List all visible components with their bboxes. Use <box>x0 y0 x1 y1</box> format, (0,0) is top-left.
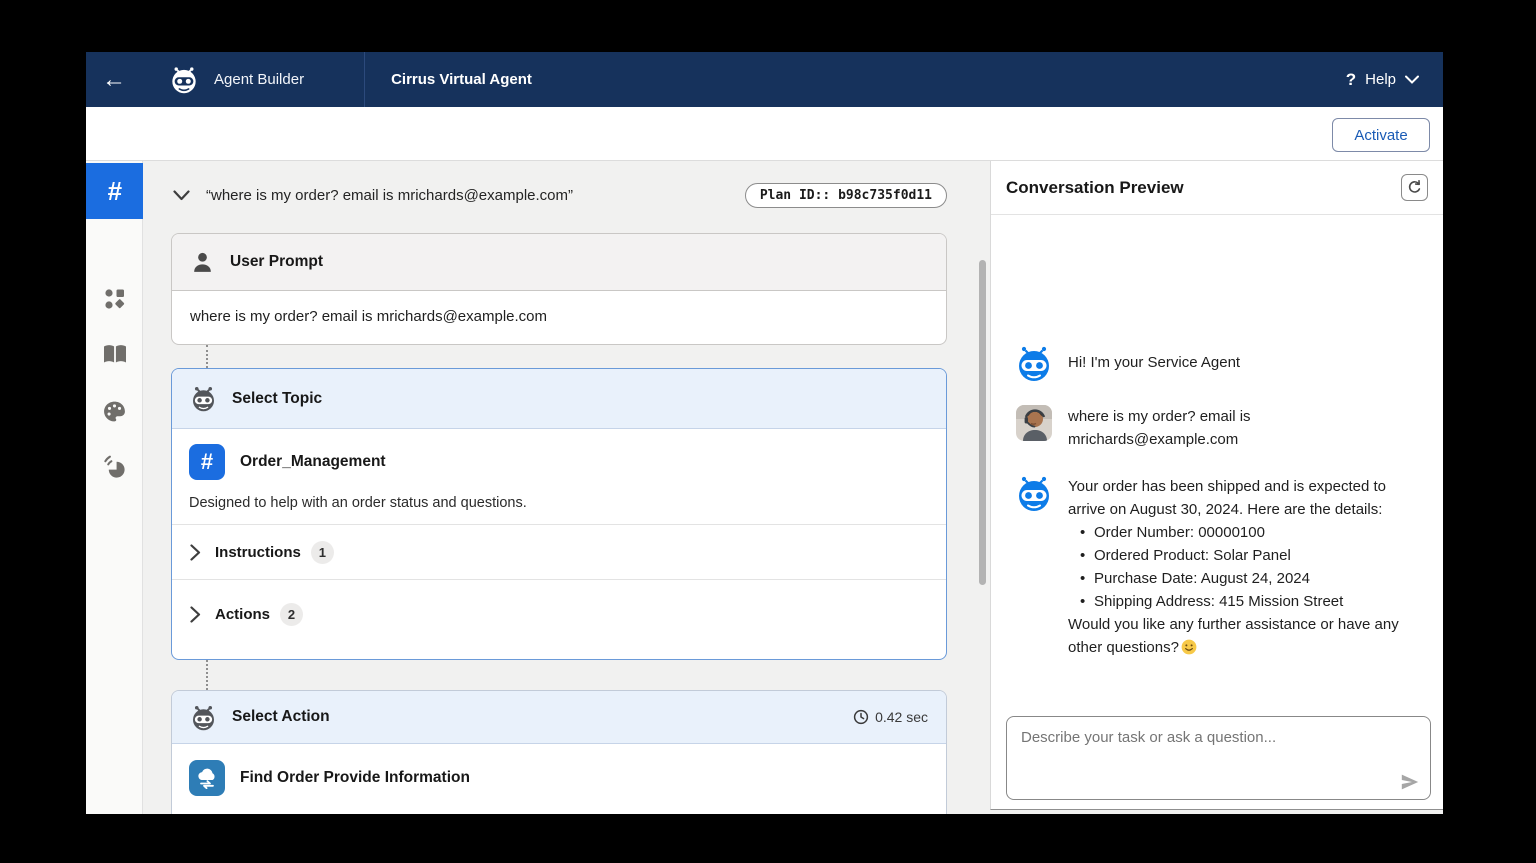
user-prompt-header: User Prompt <box>172 234 946 291</box>
order-details-list: Order Number: 00000100 Ordered Product: … <box>1068 521 1421 613</box>
chat-message-user: where is my order? email is mrichards@ex… <box>1016 405 1421 451</box>
actions-row[interactable]: Actions 2 <box>172 579 946 649</box>
select-action-header: Select Action 0.42 sec <box>172 691 946 744</box>
bot-avatar-icon <box>1016 475 1052 511</box>
topic-hash-icon: # <box>189 444 225 480</box>
topic-block: # Order_Management Designed to help with… <box>172 429 946 524</box>
chat-input-container <box>1006 716 1431 800</box>
order-detail-item: Shipping Address: 415 Mission Street <box>1080 590 1421 613</box>
agent-builder-window: ← Agent Builder Cirrus Virtual Agent ? H… <box>86 52 1443 814</box>
chevron-right-icon <box>190 544 201 561</box>
vertical-scrollbar[interactable] <box>979 260 986 585</box>
select-topic-title: Select Topic <box>232 390 322 408</box>
help-menu[interactable]: ? Help <box>1346 70 1419 90</box>
sidebar-item-voice[interactable] <box>86 439 143 495</box>
action-timing: 0.42 sec <box>853 709 928 725</box>
actions-count-badge: 2 <box>280 603 303 626</box>
app-name: Agent Builder <box>214 71 304 88</box>
send-button[interactable] <box>1400 773 1420 791</box>
chat-message-text: Your order has been shipped and is expec… <box>1068 475 1421 659</box>
send-icon <box>1400 773 1420 791</box>
user-prompt-text: where is my order? email is mrichards@ex… <box>172 291 946 342</box>
clock-icon <box>853 709 869 725</box>
navbar-divider <box>364 52 365 107</box>
cloud-flow-icon <box>189 760 225 796</box>
select-topic-header: Select Topic <box>172 369 946 429</box>
left-icon-rail: # <box>86 161 143 814</box>
hash-icon: # <box>107 176 121 207</box>
order-detail-item: Purchase Date: August 24, 2024 <box>1080 567 1421 590</box>
collapse-chevron-icon[interactable] <box>173 190 190 201</box>
bot-head-icon <box>190 704 217 731</box>
plan-header-row: “where is my order? email is mrichards@e… <box>171 180 947 210</box>
user-prompt-card: User Prompt where is my order? email is … <box>171 233 947 345</box>
order-detail-item: Ordered Product: Solar Panel <box>1080 544 1421 567</box>
sidebar-item-components[interactable] <box>86 271 143 327</box>
actions-label: Actions <box>215 606 270 623</box>
plan-connector <box>206 345 208 368</box>
agentforce-bot-icon <box>170 66 198 94</box>
letterbox-stage: ← Agent Builder Cirrus Virtual Agent ? H… <box>0 0 1536 863</box>
help-question-icon: ? <box>1346 70 1356 90</box>
plan-id-badge: Plan ID:: b98c735f0d11 <box>745 183 947 208</box>
instructions-label: Instructions <box>215 544 301 561</box>
smiling-emoji-icon <box>1181 639 1197 655</box>
chevron-right-icon <box>190 606 201 623</box>
chevron-down-icon <box>1405 75 1419 84</box>
refresh-icon <box>1407 180 1422 195</box>
chat-message-bot: Your order has been shipped and is expec… <box>1016 475 1421 659</box>
action-duration: 0.42 sec <box>875 709 928 725</box>
content-area: # <box>86 161 1443 814</box>
instructions-count-badge: 1 <box>311 541 334 564</box>
conversation-preview-panel: Conversation Preview <box>990 161 1443 810</box>
chat-input[interactable] <box>1007 717 1430 799</box>
top-navbar: ← Agent Builder Cirrus Virtual Agent ? H… <box>86 52 1443 107</box>
person-icon <box>190 250 215 275</box>
agent-name: Cirrus Virtual Agent <box>391 71 532 88</box>
shapes-icon <box>103 287 127 311</box>
action-block: Find Order Provide Information <box>172 744 946 812</box>
sidebar-item-topics[interactable]: # <box>86 163 143 219</box>
action-name: Find Order Provide Information <box>240 769 470 787</box>
palette-icon <box>102 399 127 424</box>
instructions-row[interactable]: Instructions 1 <box>172 524 946 579</box>
select-action-title: Select Action <box>232 708 330 726</box>
plan-connector <box>206 660 208 690</box>
order-status-outro: Would you like any further assistance or… <box>1068 616 1399 656</box>
book-icon <box>102 343 128 367</box>
sidebar-item-knowledge[interactable] <box>86 327 143 383</box>
user-prompt-title: User Prompt <box>230 253 323 271</box>
topic-name: Order_Management <box>240 453 386 471</box>
chat-message-text: where is my order? email is mrichards@ex… <box>1068 405 1421 451</box>
order-detail-item: Order Number: 00000100 <box>1080 521 1421 544</box>
sonar-icon <box>102 455 127 480</box>
chat-message-text: Hi! I'm your Service Agent <box>1068 345 1240 381</box>
help-label: Help <box>1365 71 1396 88</box>
plan-quote-text: “where is my order? email is mrichards@e… <box>206 187 573 204</box>
select-topic-card: Select Topic # Order_Management Designed… <box>171 368 947 660</box>
bot-avatar-icon <box>1016 345 1052 381</box>
preview-title: Conversation Preview <box>1006 178 1184 198</box>
chat-message-bot: Hi! I'm your Service Agent <box>1016 345 1421 381</box>
back-arrow-icon[interactable]: ← <box>86 66 142 94</box>
topic-description: Designed to help with an order status an… <box>189 495 929 511</box>
select-action-card: Select Action 0.42 sec <box>171 690 947 814</box>
order-status-intro: Your order has been shipped and is expec… <box>1068 478 1386 518</box>
action-toolbar: Activate <box>86 107 1443 161</box>
plan-canvas: “where is my order? email is mrichards@e… <box>143 161 990 814</box>
preview-header: Conversation Preview <box>991 161 1443 215</box>
refresh-button[interactable] <box>1401 174 1428 201</box>
sidebar-item-theme[interactable] <box>86 383 143 439</box>
bot-head-icon <box>190 385 217 412</box>
activate-button[interactable]: Activate <box>1332 118 1430 152</box>
user-avatar <box>1016 405 1052 441</box>
